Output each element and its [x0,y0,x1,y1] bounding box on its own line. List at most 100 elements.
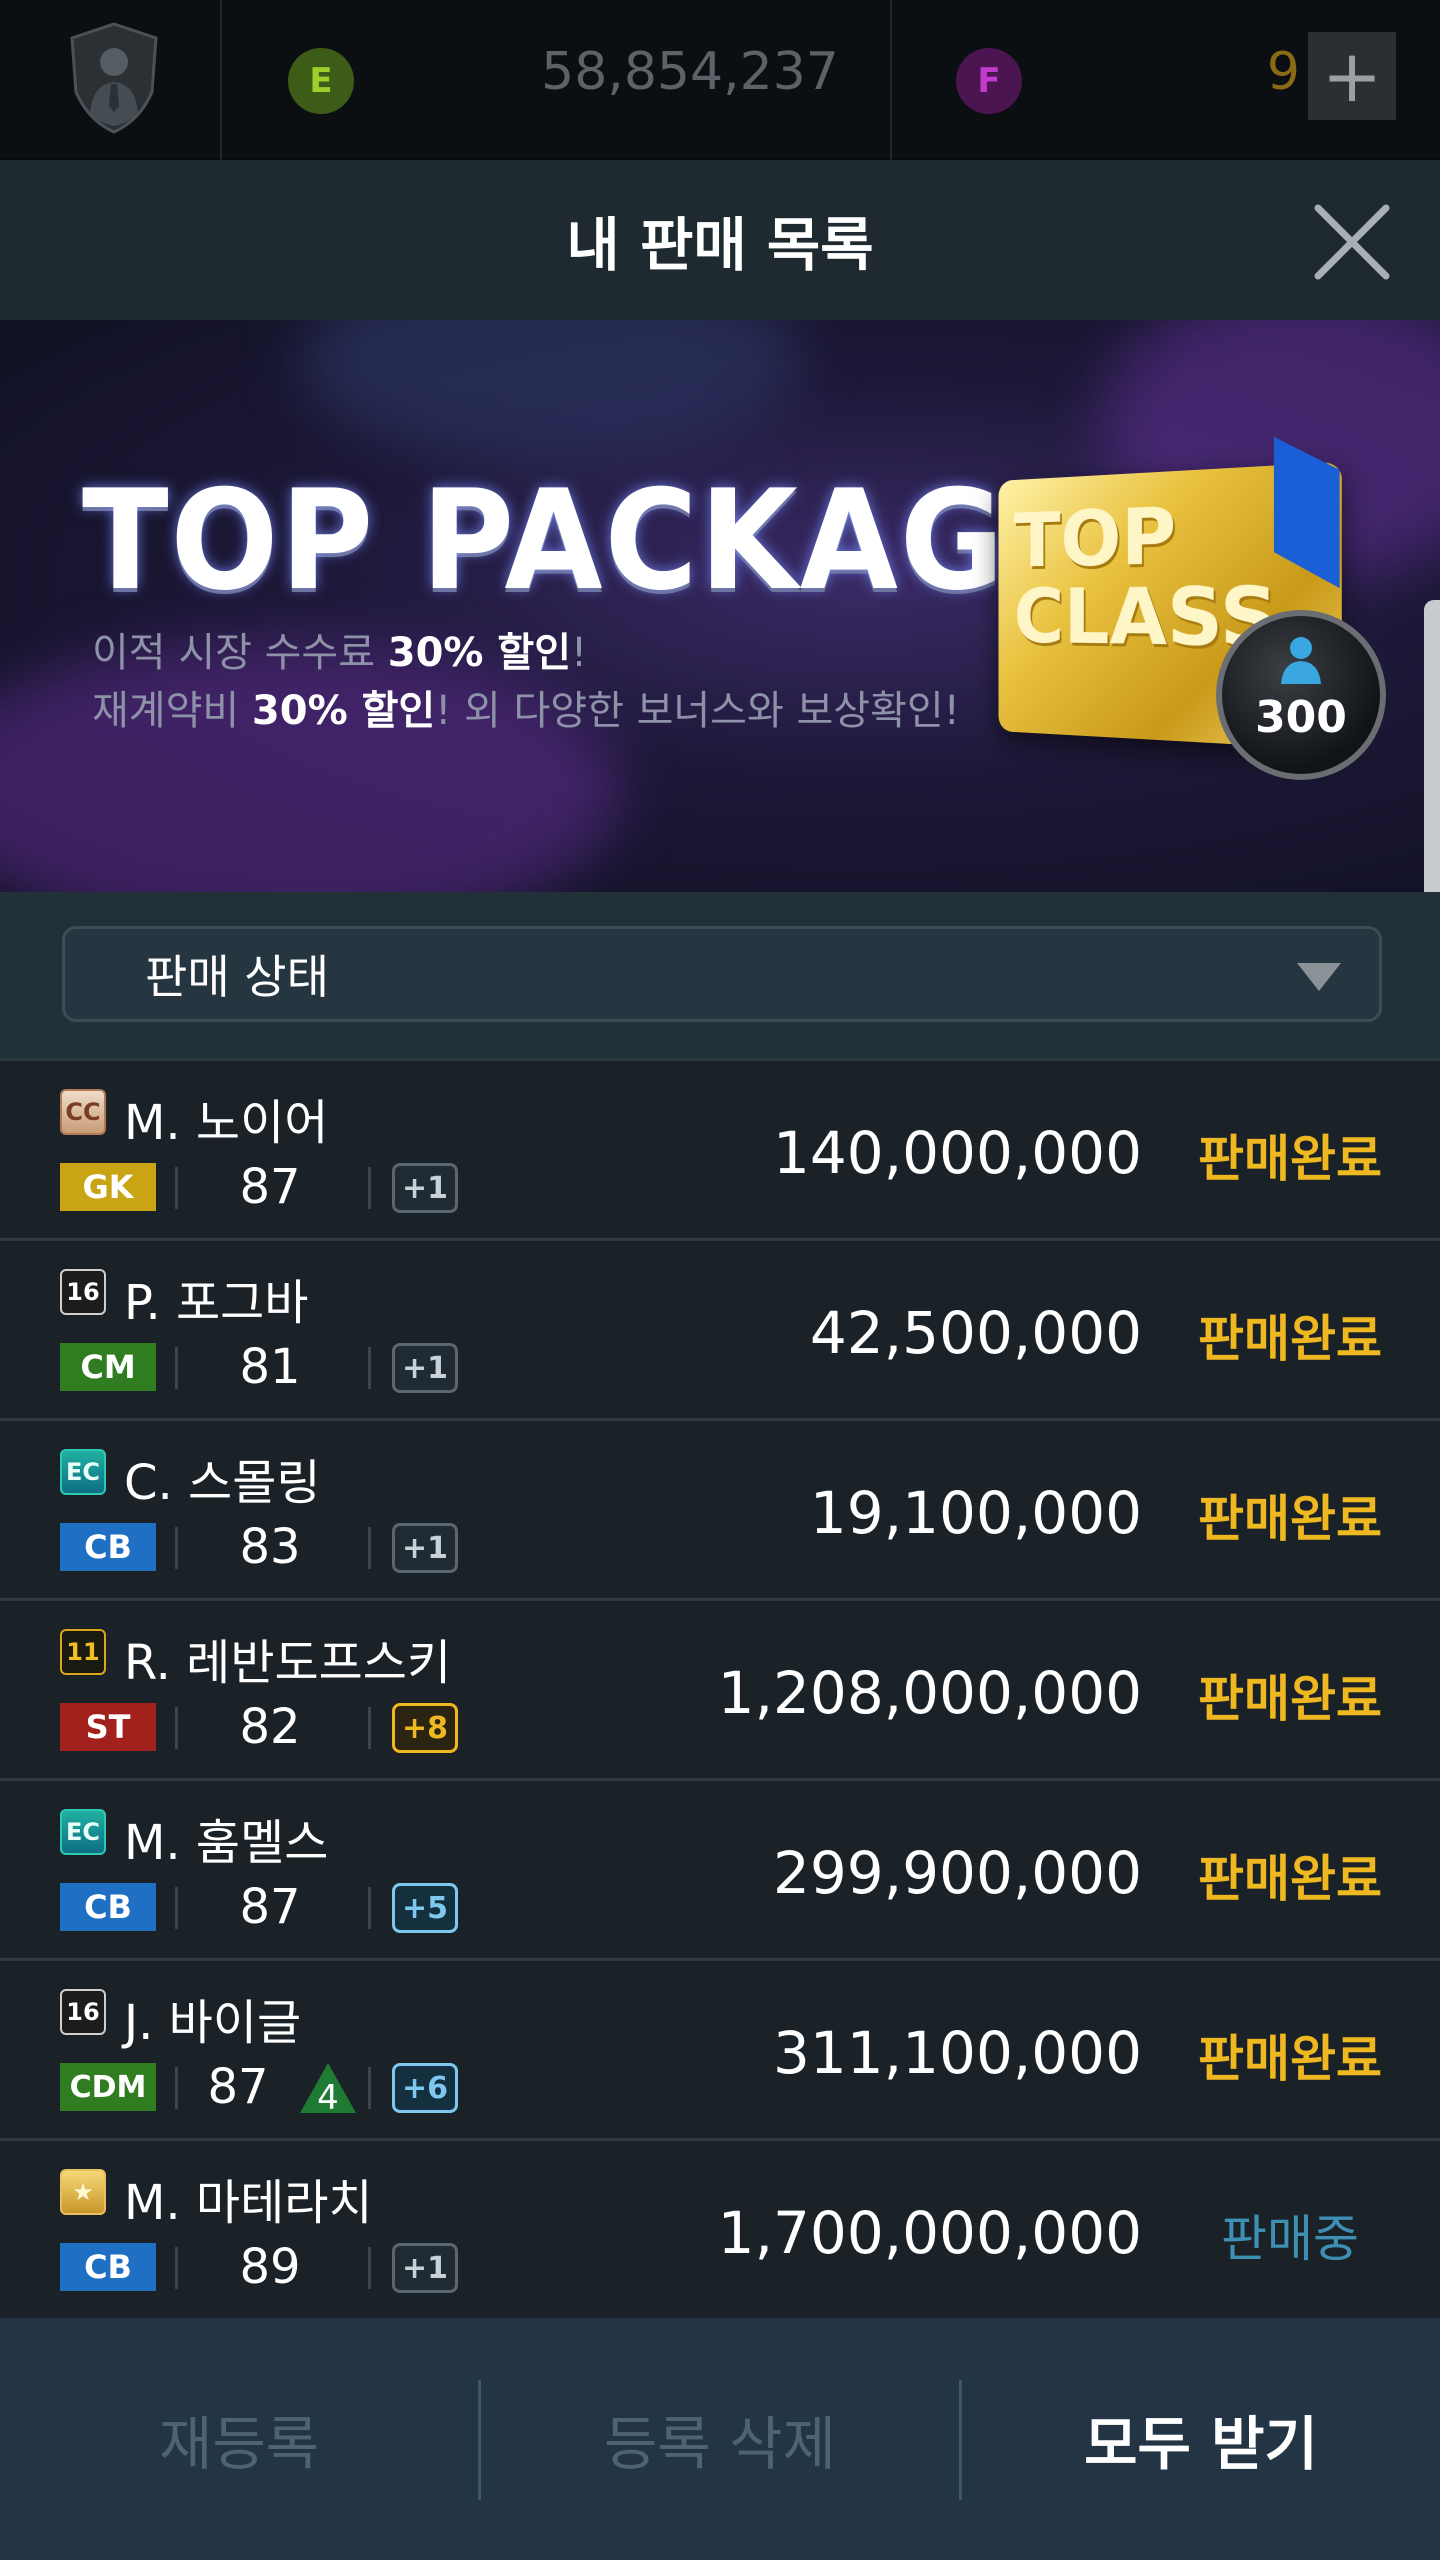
overall-rating: 87 [239,1879,301,1935]
sale-status: 판매중 [1221,2210,1359,2268]
caret-down-icon [1297,963,1341,991]
enhance-level-badge: +8 [392,1703,458,1753]
player-name: P. 포그바 [124,1275,309,1331]
sale-row[interactable]: 16 P. 포그바 CM 81 +1 42,500,000 판매완료 [0,1238,1440,1416]
divider [890,0,892,160]
sale-price: 140,000,000 [773,1119,1142,1187]
banner-line-1: 이적 시장 수수료 30% 할인! [92,620,587,678]
divider [220,0,222,160]
title-bar: 내 판매 목록 [0,160,1440,320]
enhance-level-badge: +1 [392,1343,458,1393]
position-badge: CB [60,1883,156,1931]
overall-rating: 83 [239,1519,301,1575]
banner-line-1-suffix: ! [571,630,588,676]
divider [368,1347,371,1389]
page-title: 내 판매 목록 [566,211,874,279]
sale-row[interactable]: 11 R. 레반도프스키 ST 82 +8 1,208,000,000 판매완료 [0,1598,1440,1776]
relist-button[interactable]: 재등록 [0,2318,478,2560]
player-name: R. 레반도프스키 [124,1635,452,1691]
season-badge-icon: EC [60,1809,106,1855]
f-coin-amount: 9 [1266,42,1300,102]
divider [368,1527,371,1569]
divider [175,1707,178,1749]
dropdown-label: 판매 상태 [145,950,329,1004]
banner-line-2-highlight: 30% 할인 [251,688,436,734]
position-badge: CM [60,1343,156,1391]
currency-bar: E 58,854,237 F 9 + [0,0,1440,160]
e-coin-icon: E [288,48,354,114]
sale-status: 판매완료 [1198,1490,1382,1548]
position-badge: GK [60,1163,156,1211]
divider [368,1167,371,1209]
badge-number: 300 [1255,692,1347,743]
enhance-level-badge: +1 [392,1523,458,1573]
badge-300: 300 [1216,610,1386,780]
divider [175,2247,178,2289]
sale-row[interactable]: 16 J. 바이글 CDM 87 4 +6 311,100,000 판매완료 [0,1958,1440,2136]
sale-row[interactable]: ★ M. 마테라치 CB 89 +1 1,700,000,000 판매중 [0,2138,1440,2316]
sale-price: 1,700,000,000 [717,2199,1142,2267]
delete-listing-button[interactable]: 등록 삭제 [481,2318,959,2560]
banner-line-2: 재계약비 30% 할인! 외 다양한 보너스와 보상확인! [92,678,960,736]
card-text-top: TOP [1013,492,1177,585]
banner-line-2-text: 재계약비 [92,688,252,734]
overall-rating: 87 [207,2059,269,2115]
filter-area: 판매 상태 [0,892,1440,1058]
e-coin-amount: 58,854,237 [541,42,839,102]
manager-avatar-icon[interactable] [68,22,160,134]
banner-title: TOP PACKAGE [82,460,1095,621]
position-badge: CDM [60,2063,156,2111]
banner-smoke [300,320,800,460]
sale-row[interactable]: CC M. 노이어 GK 87 +1 140,000,000 판매완료 [0,1058,1440,1236]
overall-rating: 82 [239,1699,301,1755]
banner-line-1-highlight: 30% 할인 [387,630,572,676]
overall-rating: 81 [239,1339,301,1395]
player-name: M. 노이어 [124,1095,329,1151]
season-badge-icon: EC [60,1449,106,1495]
divider [368,2247,371,2289]
divider [175,1347,178,1389]
position-badge: CB [60,2243,156,2291]
sale-row[interactable]: EC M. 훔멜스 CB 87 +5 299,900,000 판매완료 [0,1778,1440,1956]
enhance-level-badge: +6 [392,2063,458,2113]
position-badge: CB [60,1523,156,1571]
app-root: E 58,854,237 F 9 + 내 판매 목록 TOP PACKAGE 이… [0,0,1440,2560]
sale-price: 299,900,000 [773,1839,1142,1907]
sale-price: 42,500,000 [809,1299,1142,1367]
season-badge-icon: 16 [60,1989,106,2035]
sale-status-dropdown[interactable]: 판매 상태 [62,926,1382,1022]
enhance-level-badge: +5 [392,1883,458,1933]
banner-line-2-suffix: ! 외 다양한 보너스와 보상확인! [435,688,960,734]
player-name: J. 바이글 [124,1995,302,2051]
sale-status: 판매완료 [1198,1130,1382,1188]
receive-all-button[interactable]: 모두 받기 [962,2318,1440,2560]
enhance-level-badge: +1 [392,2243,458,2293]
divider [175,1527,178,1569]
divider [368,2067,371,2109]
sale-row[interactable]: EC C. 스몰링 CB 83 +1 19,100,000 판매완료 [0,1418,1440,1596]
player-name: C. 스몰링 [124,1455,321,1511]
trend-value: 4 [317,2078,339,2115]
season-badge-icon: ★ [60,2169,106,2215]
promo-banner[interactable]: TOP PACKAGE 이적 시장 수수료 30% 할인! 재계약비 30% 할… [0,320,1440,892]
add-currency-button[interactable]: + [1308,32,1396,120]
divider [175,2067,178,2109]
divider [175,1167,178,1209]
sale-price: 19,100,000 [809,1479,1142,1547]
divider [368,1707,371,1749]
player-name: M. 훔멜스 [124,1815,329,1871]
close-icon[interactable] [1310,200,1394,284]
sale-status: 판매완료 [1198,1310,1382,1368]
sale-status: 판매완료 [1198,2030,1382,2088]
up-triangle-icon: 4 [300,2063,356,2115]
divider [175,1887,178,1929]
sale-price: 311,100,000 [773,2019,1142,2087]
sale-status: 판매완료 [1198,1850,1382,1908]
action-bar: 재등록 등록 삭제 모두 받기 [0,2318,1440,2560]
banner-line-1-text: 이적 시장 수수료 [92,630,388,676]
divider [368,1887,371,1929]
position-badge: ST [60,1703,156,1751]
sale-status: 판매완료 [1198,1670,1382,1728]
sale-price: 1,208,000,000 [717,1659,1142,1727]
overall-rating: 89 [239,2239,301,2295]
